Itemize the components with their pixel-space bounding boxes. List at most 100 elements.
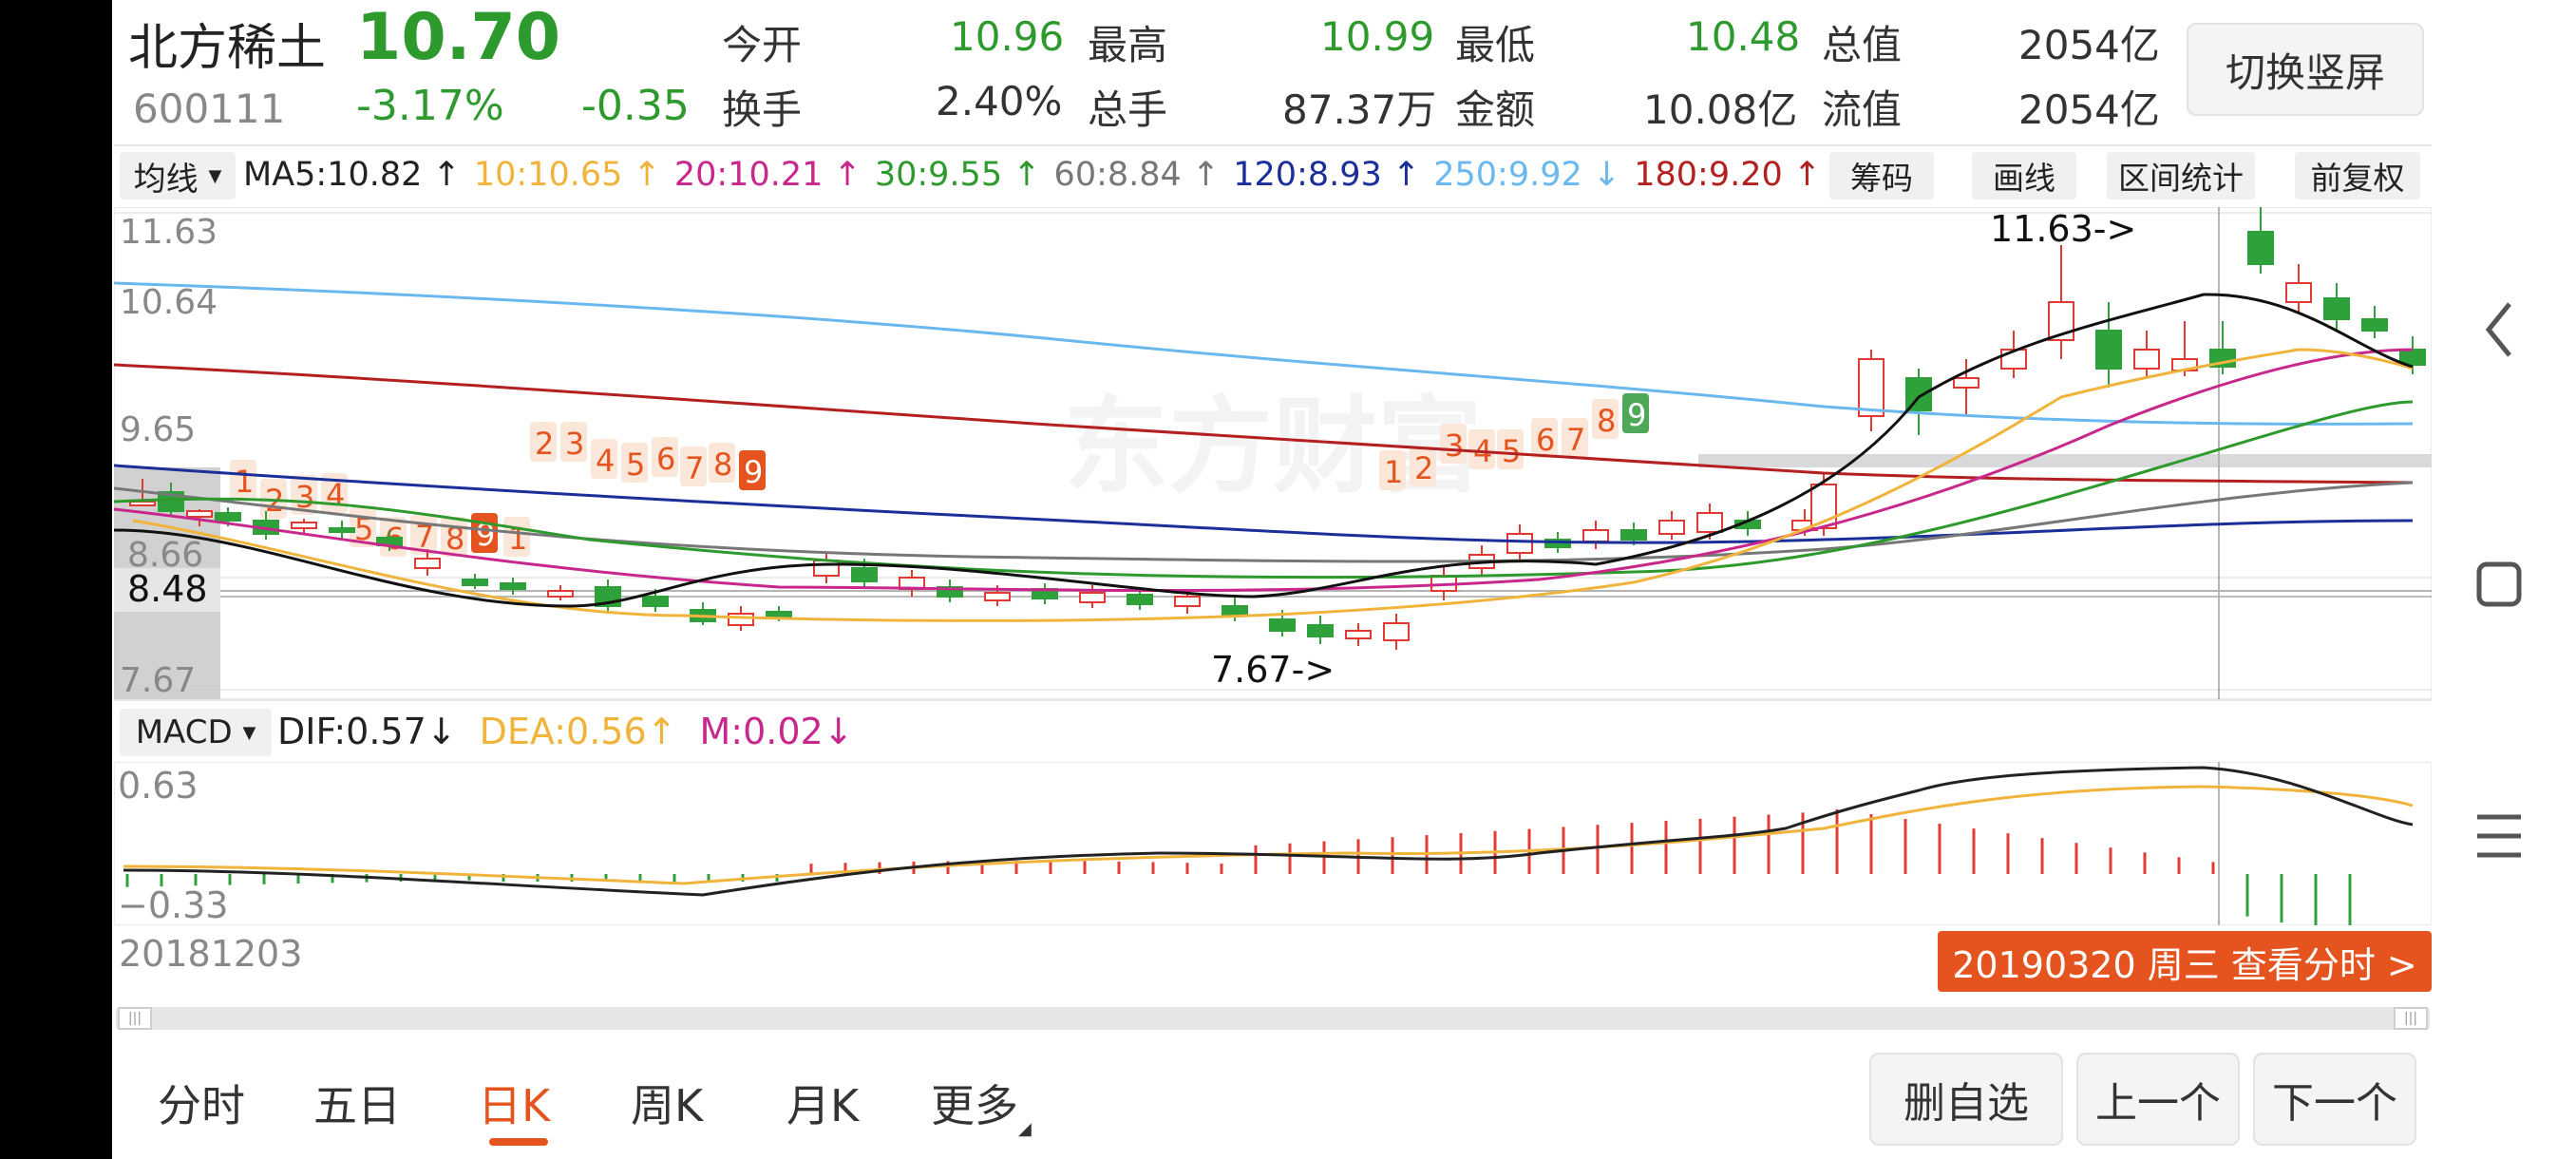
previous-button[interactable]: 上一个 <box>2076 1053 2240 1146</box>
macd-bar: MACD ▼ DIF:0.57↓ DEA:0.56↑ M:0.02↓ <box>114 699 2432 764</box>
candle-body <box>1345 630 1372 639</box>
tab-daily-k[interactable]: 日K <box>478 1072 550 1134</box>
candle-body <box>728 613 754 626</box>
ma-item-6: 250:9.92 ↓ <box>1433 156 1621 194</box>
macd-y-top: 0.63 <box>118 765 199 807</box>
remove-watchlist-button[interactable]: 删自选 <box>1869 1053 2063 1146</box>
menu-icon[interactable] <box>2466 808 2532 864</box>
tab-intraday[interactable]: 分时 <box>158 1072 245 1134</box>
stock-price: 10.70 <box>356 0 561 75</box>
view-intraday-button[interactable]: 20190320 周三 查看分时 > <box>1938 931 2432 992</box>
quote-label-high: 最高 <box>1088 22 1168 68</box>
ma-item-4: 60:8.84 ↑ <box>1053 156 1221 194</box>
tab-monthly-k[interactable]: 月K <box>786 1072 859 1134</box>
chevron-down-icon: ▼ <box>242 722 256 743</box>
macd-chart[interactable]: 0.63 −0.33 <box>114 762 2432 925</box>
td-count: 9 <box>1627 397 1646 433</box>
tab-more[interactable]: 更多◢ <box>931 1072 1032 1139</box>
candle-body <box>2323 297 2350 320</box>
td-count: 5 <box>1502 433 1521 469</box>
candle-body <box>414 558 441 569</box>
tab-five-day[interactable]: 五日 <box>313 1072 401 1134</box>
quote-value-float-cap: 2054亿 <box>2018 86 2160 133</box>
change-amount: -0.35 <box>581 82 690 130</box>
candle-body <box>1506 533 1533 554</box>
candle-body <box>186 510 213 518</box>
quote-label-low: 最低 <box>1455 22 1536 68</box>
scroll-handle-right[interactable]: ||| <box>2394 1007 2428 1030</box>
td-count: 1 <box>1384 454 1403 490</box>
range-scrollbar[interactable]: ||| ||| <box>116 1007 2430 1030</box>
macd-selector[interactable]: MACD ▼ <box>120 709 272 756</box>
quote-label-turnover: 换手 <box>722 86 803 133</box>
active-tab-indicator <box>489 1138 548 1146</box>
td-count: 6 <box>656 441 675 477</box>
candle-body <box>1222 605 1248 617</box>
candle-body <box>462 579 488 586</box>
macd-values: DIF:0.57↓ DEA:0.56↑ M:0.02↓ <box>277 711 854 752</box>
candle-body <box>500 582 526 590</box>
draw-line-button[interactable]: 画线 <box>1972 152 2076 200</box>
candle-body <box>329 527 355 533</box>
price-band <box>1698 454 2432 467</box>
tab-weekly-k[interactable]: 周K <box>631 1072 703 1134</box>
candle-body <box>2095 330 2122 370</box>
switch-portrait-button[interactable]: 切换竖屏 <box>2187 23 2424 116</box>
left-edge-bar <box>0 0 112 1159</box>
candle-body <box>1127 594 1153 605</box>
candle-body <box>1307 624 1334 637</box>
candle-body <box>1696 512 1723 533</box>
kline-chart[interactable]: 东方财富 123456789123456789123456789 11.63 1… <box>114 207 2432 699</box>
td-count: 7 <box>685 450 704 486</box>
ma-item-1: 10:10.65 ↑ <box>473 156 661 194</box>
next-button[interactable]: 下一个 <box>2253 1053 2416 1146</box>
candle-body <box>766 611 792 618</box>
scroll-handle-left[interactable]: ||| <box>118 1007 152 1030</box>
ma-item-5: 120:8.93 ↑ <box>1233 156 1421 194</box>
quote-value-amount: 10.08亿 <box>1643 86 1798 133</box>
chips-button[interactable]: 筹码 <box>1829 152 1934 200</box>
quote-value-market-cap: 2054亿 <box>2018 22 2160 68</box>
candle-body <box>642 596 669 607</box>
crosshair-price: 8.48 <box>127 568 208 610</box>
quote-value-turnover: 2.40% <box>936 78 1063 124</box>
td-count: 8 <box>713 446 732 483</box>
candle-body <box>2361 318 2388 332</box>
candle-body <box>1858 358 1885 417</box>
range-stats-button[interactable]: 区间统计 <box>2107 152 2255 200</box>
ma-bar: 均线 ▼ MA5:10.82 ↑ 10:10.65 ↑ 20:10.21 ↑ 30:9… <box>114 144 2432 207</box>
quote-label-amount: 金额 <box>1455 86 1536 133</box>
quote-label-volume: 总手 <box>1088 86 1168 133</box>
candle-body <box>851 567 878 582</box>
candle-body <box>2285 282 2312 303</box>
td-count: 1 <box>235 464 254 500</box>
system-nav-bar <box>2432 0 2576 1159</box>
change-percent: -3.17% <box>356 82 504 130</box>
td-count: 9 <box>744 454 763 490</box>
home-icon[interactable] <box>2466 551 2532 618</box>
candle-body <box>1079 592 1106 603</box>
candle-body <box>813 560 840 577</box>
candle-body <box>1269 618 1296 632</box>
candle-body <box>984 592 1011 601</box>
timeline-start-date: 20181203 <box>119 933 303 975</box>
stock-name: 北方稀土 <box>128 20 327 77</box>
chevron-down-icon: ▼ <box>208 165 222 186</box>
quote-value-low: 10.48 <box>1686 13 1801 60</box>
ma-item-7: 180:9.20 ↑ <box>1634 156 1822 194</box>
more-triangle-icon: ◢ <box>1018 1119 1032 1139</box>
candle-body <box>1582 529 1609 542</box>
candle-body <box>1953 377 1979 389</box>
ma-selector[interactable]: 均线 ▼ <box>120 152 236 200</box>
quote-label-float-cap: 流值 <box>1822 86 1903 133</box>
forward-adjust-button[interactable]: 前复权 <box>2295 152 2420 200</box>
quote-value-volume: 87.37万 <box>1282 86 1437 133</box>
quote-label-market-cap: 总值 <box>1822 22 1903 68</box>
td-count: 3 <box>1445 428 1464 464</box>
macd-y-bottom: −0.33 <box>118 884 228 925</box>
back-icon[interactable] <box>2472 296 2529 363</box>
td-count: 4 <box>596 443 615 479</box>
quote-value-high: 10.99 <box>1320 13 1435 60</box>
y-label-1: 10.64 <box>120 283 218 322</box>
y-label-2: 9.65 <box>120 410 196 449</box>
